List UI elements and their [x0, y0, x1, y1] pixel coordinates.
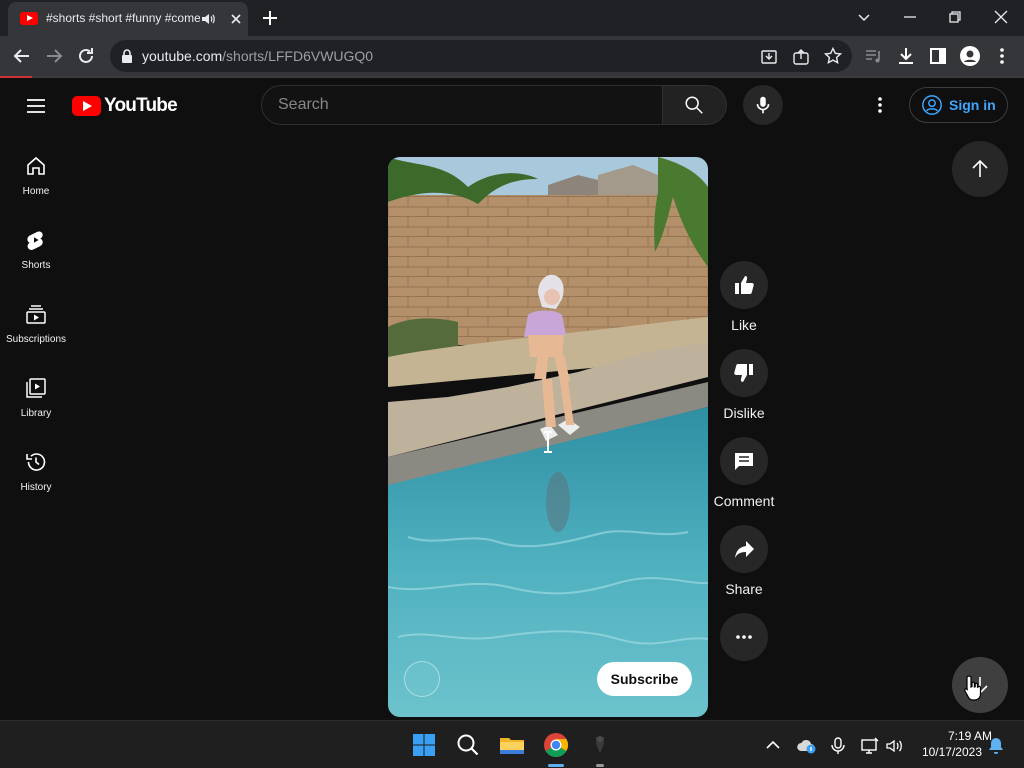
lock-icon[interactable]: [120, 48, 134, 64]
comment-button[interactable]: [720, 437, 768, 485]
comment-label: Comment: [713, 493, 775, 509]
window-close-icon[interactable]: [989, 5, 1013, 29]
tab-search-chevron-icon[interactable]: [852, 5, 876, 29]
home-icon: [27, 156, 45, 175]
comment-action[interactable]: Comment: [704, 437, 784, 509]
voice-search-button[interactable]: [743, 85, 783, 125]
url-text: youtube.com/shorts/LFFD6VWUGQ0: [142, 48, 374, 64]
download-icon[interactable]: [894, 44, 918, 68]
sidebar-item-label: Subscriptions: [5, 334, 67, 345]
share-page-icon[interactable]: [792, 48, 810, 66]
sidebar-item-subscriptions[interactable]: Subscriptions: [0, 282, 72, 356]
search-box[interactable]: [261, 85, 663, 125]
share-label: Share: [725, 581, 763, 597]
pinned-app-icon[interactable]: [584, 729, 616, 761]
sidebar: Home Shorts Subscriptions Library Histor…: [0, 134, 72, 720]
browser-tab-strip: #shorts #short #funny #comedy: [0, 0, 1024, 36]
speaker-icon[interactable]: [200, 11, 216, 27]
side-panel-icon[interactable]: [926, 44, 950, 68]
youtube-logo-text: YouTube: [104, 95, 178, 116]
arrow-up-icon: [972, 159, 988, 177]
new-tab-plus-icon[interactable]: [258, 6, 282, 30]
windows-start-icon[interactable]: [408, 729, 440, 761]
show-hidden-icons-chevron-icon[interactable]: [764, 737, 782, 753]
previous-short-button[interactable]: [952, 141, 1008, 197]
dislike-label: Dislike: [723, 405, 765, 421]
youtube-play-logo-icon: [72, 96, 101, 116]
sidebar-item-history[interactable]: History: [0, 430, 72, 504]
file-explorer-icon[interactable]: [496, 729, 528, 761]
media-controls-icon[interactable]: [862, 44, 886, 68]
account-circle-icon: [922, 95, 942, 115]
text-cursor-icon: [544, 431, 552, 453]
sidebar-item-home[interactable]: Home: [0, 134, 72, 208]
browser-menu-kebab-icon[interactable]: [990, 44, 1014, 68]
reload-icon[interactable]: [74, 44, 98, 68]
youtube-favicon-icon: [20, 12, 38, 25]
sidebar-item-label: Home: [22, 186, 50, 197]
sidebar-item-label: Library: [20, 408, 52, 419]
comment-icon: [735, 453, 753, 470]
share-action[interactable]: Share: [704, 525, 784, 597]
more-actions-button[interactable]: [720, 613, 768, 661]
app-running-indicator: [596, 764, 604, 767]
browser-toolbar: youtube.com/shorts/LFFD6VWUGQ0: [0, 36, 1024, 76]
share-arrow-icon: [735, 541, 754, 558]
youtube-logo[interactable]: YouTube: [72, 95, 178, 117]
shorts-icon: [27, 231, 43, 250]
more-actions[interactable]: [704, 613, 784, 661]
profile-icon[interactable]: [958, 44, 982, 68]
volume-speaker-icon[interactable]: [884, 736, 904, 756]
search-input[interactable]: [262, 86, 662, 124]
sidebar-item-library[interactable]: Library: [0, 356, 72, 430]
browser-tab[interactable]: #shorts #short #funny #comedy: [8, 2, 248, 36]
notification-bell-icon[interactable]: [987, 736, 1005, 756]
window-restore-icon[interactable]: [943, 5, 967, 29]
like-button[interactable]: [720, 261, 768, 309]
youtube-header: YouTube Sign in: [0, 78, 1024, 134]
address-bar[interactable]: youtube.com/shorts/LFFD6VWUGQ0: [110, 40, 852, 72]
sidebar-item-label: Shorts: [21, 260, 51, 271]
install-app-icon[interactable]: [760, 48, 778, 66]
taskbar-clock-date[interactable]: 10/17/2023: [904, 745, 982, 759]
bookmark-star-icon[interactable]: [824, 47, 842, 65]
dislike-button[interactable]: [720, 349, 768, 397]
sign-in-label: Sign in: [949, 97, 996, 113]
subscribe-button[interactable]: Subscribe: [597, 662, 692, 696]
search-button[interactable]: [663, 85, 727, 125]
thumbs-down-icon: [734, 364, 753, 382]
channel-avatar[interactable]: [404, 661, 440, 697]
taskbar-clock-time[interactable]: 7:19 AM: [920, 729, 992, 743]
back-arrow-icon[interactable]: [10, 44, 34, 68]
sidebar-item-shorts[interactable]: Shorts: [0, 208, 72, 282]
more-horizontal-icon: [736, 635, 752, 639]
search-icon: [685, 96, 703, 114]
thumbs-up-icon: [735, 276, 754, 294]
taskbar-search-icon[interactable]: [452, 729, 484, 761]
chrome-active-indicator: [548, 764, 564, 767]
history-icon: [26, 453, 46, 471]
library-icon: [26, 378, 46, 398]
share-button[interactable]: [720, 525, 768, 573]
hand-pointer-cursor-icon: [964, 675, 982, 701]
windows-taskbar: 7:19 AM 10/17/2023: [0, 720, 1024, 768]
sidebar-item-label: History: [20, 482, 52, 493]
window-minimize-icon[interactable]: [898, 5, 922, 29]
onedrive-cloud-icon[interactable]: [796, 737, 818, 755]
settings-kebab-icon[interactable]: [868, 93, 892, 117]
sign-in-button[interactable]: Sign in: [909, 87, 1008, 123]
hamburger-menu-icon[interactable]: [24, 94, 48, 118]
chrome-icon[interactable]: [540, 729, 572, 761]
tab-close-icon[interactable]: [228, 11, 244, 27]
network-icon[interactable]: [860, 736, 880, 756]
forward-arrow-icon[interactable]: [42, 44, 66, 68]
microphone-icon: [756, 96, 770, 114]
taskbar-microphone-icon[interactable]: [830, 736, 846, 756]
tab-title: #shorts #short #funny #comedy: [46, 11, 200, 25]
dislike-action[interactable]: Dislike: [704, 349, 784, 421]
like-action[interactable]: Like: [704, 261, 784, 333]
subscriptions-icon: [26, 305, 46, 324]
like-label: Like: [731, 317, 757, 333]
